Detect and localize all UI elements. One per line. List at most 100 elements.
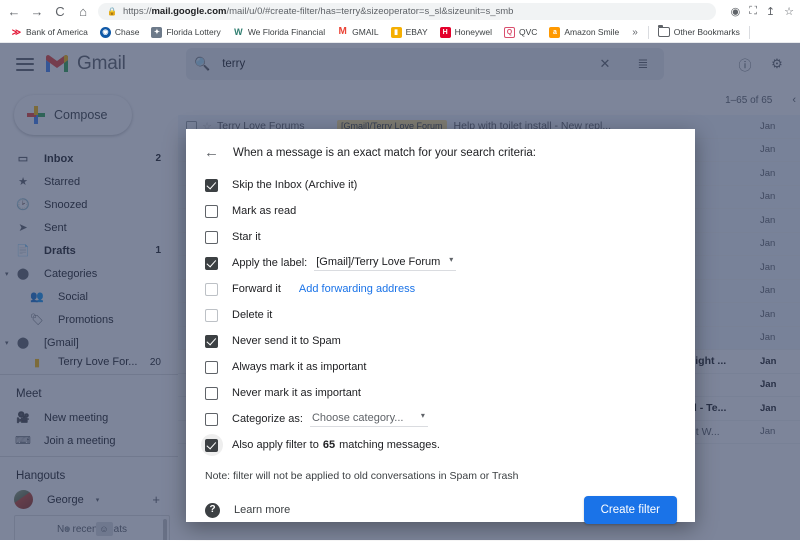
star-icon: ★ <box>18 176 28 188</box>
checkbox[interactable] <box>205 204 218 218</box>
prev-page-icon[interactable]: ‹ <box>788 94 800 106</box>
clear-search-icon[interactable]: ✕ <box>592 51 618 77</box>
search-options-icon[interactable]: ≣ <box>630 51 656 77</box>
option-label: Delete it <box>232 309 273 321</box>
option-skip-inbox[interactable]: Skip the Inbox (Archive it) <box>205 172 695 198</box>
option-categorize-as[interactable]: Categorize as: Choose category... <box>205 406 695 432</box>
option-mark-as-read[interactable]: Mark as read <box>205 198 695 224</box>
checkbox[interactable] <box>205 256 218 270</box>
create-filter-button[interactable]: Create filter <box>583 496 677 524</box>
create-filter-dialog: ← When a message is an exact match for y… <box>186 129 695 524</box>
bookmark-gmail[interactable]: M GMAIL <box>331 25 384 40</box>
back-icon[interactable]: ← <box>204 145 219 160</box>
emoji-icon[interactable]: ☺ <box>95 522 113 536</box>
option-apply-label[interactable]: Apply the label: [Gmail]/Terry Love Foru… <box>205 250 695 276</box>
compose-button[interactable]: Compose <box>14 95 132 135</box>
hangouts-user-row[interactable]: George ▾ + <box>0 488 170 511</box>
dialog-options: Skip the Inbox (Archive it) Mark as read… <box>186 160 695 458</box>
sidebar-item-promotions[interactable]: 🏷 Promotions <box>0 308 170 331</box>
sidebar-item-social[interactable]: 👥 Social <box>0 285 170 308</box>
address-bar[interactable]: 🔒 https://mail.google.com/mail/u/0/#crea… <box>98 2 716 20</box>
learn-more-group[interactable]: ? Learn more <box>205 502 290 518</box>
date: Jan <box>760 144 776 156</box>
gmail-logo[interactable]: Gmail <box>44 53 126 75</box>
bookmark-florida-lottery[interactable]: ✦ Florida Lottery <box>145 25 226 40</box>
option-apply-to-existing[interactable]: Also apply filter to 65 matching message… <box>200 432 695 458</box>
chevron-down-icon[interactable]: ▾ <box>92 496 100 504</box>
option-always-mark-important[interactable]: Always mark it as important <box>205 354 695 380</box>
sidebar-item-label: [Gmail] <box>44 336 79 349</box>
checkbox[interactable] <box>205 386 218 400</box>
bank-of-america-icon: ≫ <box>11 26 22 38</box>
date: Jan <box>760 261 776 273</box>
category-select[interactable]: Choose category... <box>309 411 428 427</box>
sidebar-item-drafts[interactable]: 📄 Drafts 1 <box>0 239 170 262</box>
checkbox[interactable] <box>205 360 218 374</box>
bookmarks-overflow-button[interactable]: » <box>625 25 645 40</box>
bookmark-ebay[interactable]: ▮ EBAY <box>385 25 434 40</box>
bookmark-qvc[interactable]: Q QVC <box>498 25 543 40</box>
reload-icon[interactable]: C <box>52 3 68 19</box>
sidebar-group-categories[interactable]: ▾ ⬤ Categories <box>0 262 170 285</box>
bookmark-we-florida-financial[interactable]: W We Florida Financial <box>227 25 331 40</box>
chevron-down-icon[interactable]: ▾ <box>5 270 14 278</box>
install-icon[interactable]: ⛶ <box>749 5 757 18</box>
date: Jan <box>760 379 777 391</box>
label-select[interactable]: [Gmail]/Terry Love Forum <box>314 255 457 271</box>
bookmark-honeywell[interactable]: H Honeywel <box>434 25 498 40</box>
sidebar-item-terry-love-forum[interactable]: ▮ Terry Love For... 20 <box>0 354 170 370</box>
bookmark-label: Honeywel <box>454 27 492 37</box>
gmail-wordmark: Gmail <box>77 53 126 74</box>
view-icon[interactable]: ◉ <box>731 5 741 18</box>
bookmark-bank-of-america[interactable]: ≫ Bank of America <box>5 25 94 40</box>
sidebar-divider <box>0 374 178 375</box>
bookmark-label: We Florida Financial <box>247 27 326 37</box>
chevron-down-icon[interactable]: ▾ <box>5 339 14 347</box>
bookmark-chase[interactable]: ◉ Chase <box>94 25 146 40</box>
option-delete-it[interactable]: Delete it <box>205 302 695 328</box>
gear-icon[interactable]: ⚙ <box>764 51 790 77</box>
checkbox[interactable] <box>205 334 218 348</box>
sidebar-item-join-meeting[interactable]: ⌨ Join a meeting <box>0 429 170 452</box>
sidebar-item-starred[interactable]: ★ Starred <box>0 170 170 193</box>
forward-icon[interactable]: → <box>29 3 45 19</box>
add-forwarding-address-link[interactable]: Add forwarding address <box>299 283 415 295</box>
help-icon[interactable]: ⓘ <box>732 51 758 77</box>
option-never-mark-important[interactable]: Never mark it as important <box>205 380 695 406</box>
search-input[interactable]: terry <box>222 58 580 70</box>
back-icon[interactable]: ← <box>6 3 22 19</box>
sidebar-item-new-meeting[interactable]: 🎥 New meeting <box>0 406 170 429</box>
checkbox[interactable] <box>205 308 218 322</box>
search-field[interactable]: 🔍 terry ✕ ≣ <box>186 48 664 80</box>
sidebar-item-inbox[interactable]: ▭ Inbox 2 <box>0 147 170 170</box>
checkbox[interactable] <box>205 438 218 452</box>
hamburger-icon[interactable] <box>16 57 34 71</box>
sidebar-group-gmail[interactable]: ▾ ⬤ [Gmail] <box>0 331 170 354</box>
option-label: Never mark it as important <box>232 387 361 399</box>
sidebar-item-count: 2 <box>155 153 161 164</box>
bookmarks-bar: ≫ Bank of America ◉ Chase ✦ Florida Lott… <box>0 22 800 43</box>
search-icon: 🔍 <box>194 56 211 71</box>
add-chat-icon[interactable]: + <box>152 492 170 507</box>
learn-more-link[interactable]: Learn more <box>234 504 290 516</box>
gmail-app: Gmail Compose ▭ Inbox 2 ★ Starred 🕑 Snoo… <box>0 43 800 540</box>
option-star-it[interactable]: Star it <box>205 224 695 250</box>
sidebar-item-sent[interactable]: ➤ Sent <box>0 216 170 239</box>
sidebar-item-label: Categories <box>44 267 98 280</box>
bookmark-star-icon[interactable]: ☆ <box>784 5 794 18</box>
checkbox[interactable] <box>205 178 218 192</box>
bookmark-amazon-smile[interactable]: a Amazon Smile <box>543 25 625 40</box>
omnibox-actions: ◉ ⛶ ↥ ☆ <box>723 5 794 18</box>
checkbox[interactable] <box>205 230 218 244</box>
option-forward-it[interactable]: Forward it Add forwarding address <box>205 276 695 302</box>
checkbox[interactable] <box>205 282 218 296</box>
share-icon[interactable]: ↥ <box>766 5 775 18</box>
checkbox[interactable] <box>205 412 218 426</box>
option-never-send-to-spam[interactable]: Never send it to Spam <box>205 328 695 354</box>
home-icon[interactable]: ⌂ <box>75 3 91 19</box>
sidebar-item-count: 20 <box>149 356 161 368</box>
sidebar-item-snoozed[interactable]: 🕑 Snoozed <box>0 193 170 216</box>
inbox-icon: ▭ <box>17 153 29 165</box>
bookmarks-divider <box>647 25 649 39</box>
other-bookmarks-folder[interactable]: Other Bookmarks <box>652 25 746 39</box>
